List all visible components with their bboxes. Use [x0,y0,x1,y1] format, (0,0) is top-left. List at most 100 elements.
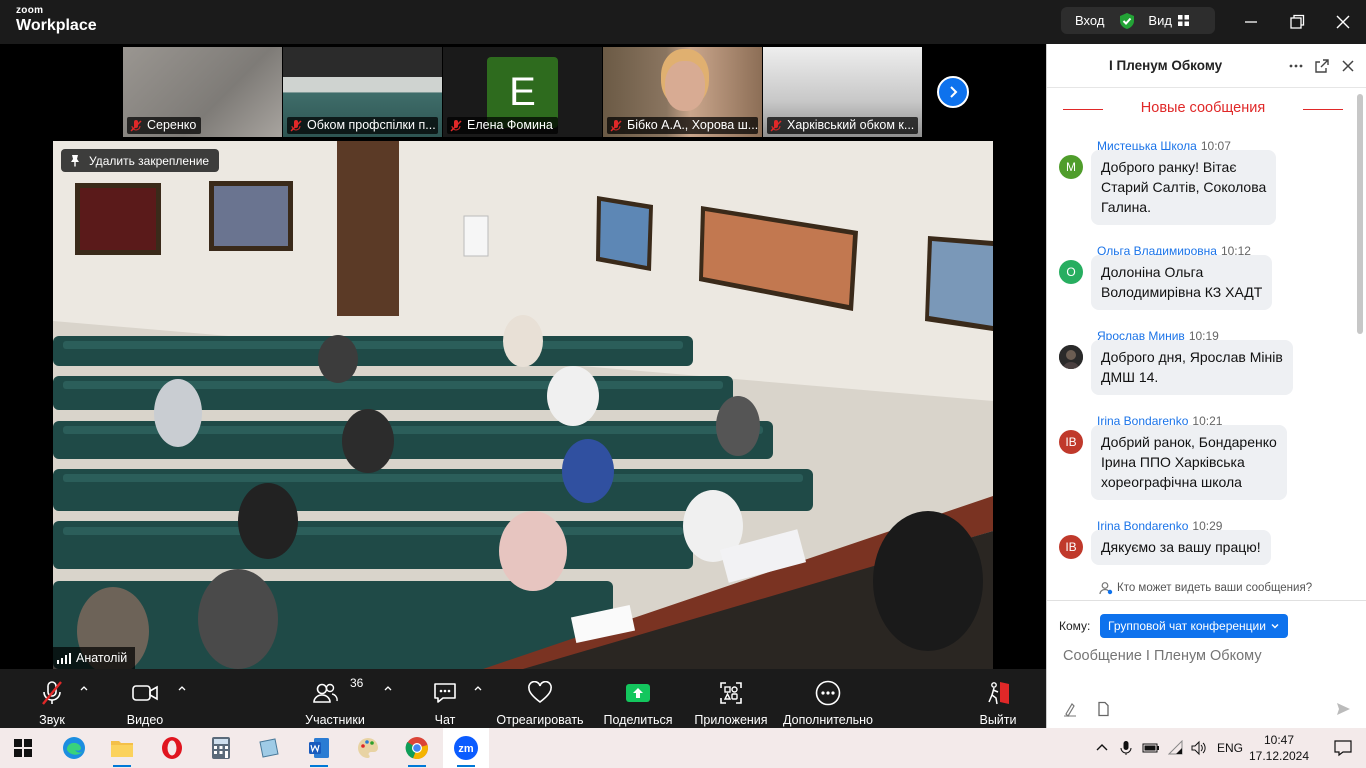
taskbar-file-explorer[interactable] [99,728,145,768]
enter-button[interactable]: Вход [1075,13,1104,28]
muted-mic-icon [770,119,782,132]
share-label: Поделиться [603,713,673,727]
avatar[interactable]: O [1059,260,1083,284]
message-line: Володимирівна КЗ ХАДТ [1101,284,1263,300]
restore-icon[interactable] [1287,12,1307,32]
participant-name: Бібко А.А., Хорова ш... [627,118,758,132]
participant-tile[interactable]: Серенко [123,47,282,137]
taskbar-clock[interactable]: 10:47 17.12.2024 [1248,732,1310,764]
taskbar-opera[interactable] [149,728,195,768]
who-can-see-link[interactable]: Кто может видеть ваши сообщения? [1099,581,1312,595]
unpin-button[interactable]: Удалить закрепление [61,149,220,172]
participant-tile[interactable]: Обком профспілки п... [283,47,442,137]
taskbar-zoom[interactable]: zm [443,728,489,768]
chat-scrollbar[interactable] [1357,94,1363,334]
participants-button[interactable]: 36 Участники [302,669,368,728]
audio-options-chevron-icon[interactable] [79,683,89,693]
taskbar-word[interactable] [296,728,342,768]
pin-icon [71,155,79,167]
video-label: Видео [126,713,164,727]
chat-label: Чат [434,713,456,727]
participant-strip: Серенко Обком профспілки п... E Елена Фо… [0,44,1046,141]
chat-more-icon[interactable] [1288,58,1304,74]
muted-mic-icon [290,119,302,132]
chevron-down-icon [1271,624,1279,629]
message-line: Галина. [1101,199,1151,215]
view-button[interactable]: Вид [1148,13,1172,28]
audio-button[interactable]: Звук [30,669,74,728]
chat-button[interactable]: Чат [428,669,462,728]
chat-message-input[interactable] [1063,645,1353,667]
security-shield-icon[interactable] [1118,12,1136,30]
video-button[interactable]: Видео [120,669,170,728]
share-screen-button[interactable]: Поделиться [602,669,674,728]
muted-mic-icon [130,119,142,132]
message-bubble[interactable]: Доброго дня, Ярослав Мінів ДМШ 14. [1091,340,1293,395]
participants-options-chevron-icon[interactable] [383,683,393,693]
muted-mic-icon [42,681,62,705]
participant-tile[interactable]: Харківський обком к... [763,47,922,137]
volume-icon[interactable] [1190,740,1208,756]
send-icon[interactable] [1335,701,1351,717]
tray-microphone-icon[interactable] [1118,740,1134,756]
participant-tile[interactable]: Бібко А.А., Хорова ш... [603,47,762,137]
avatar[interactable]: IB [1059,430,1083,454]
logo-small-text: zoom [16,5,44,16]
leave-button[interactable]: Выйти [976,669,1020,728]
calculator-icon [212,737,230,759]
recipient-dropdown[interactable]: Групповой чат конференции [1100,614,1288,638]
zoom-logo: zoom Workplace [16,6,97,34]
close-window-icon[interactable] [1333,12,1353,32]
main-video[interactable]: Удалить закрепление Анатолій [53,141,993,669]
folder-icon [111,741,133,757]
participant-face [665,61,705,111]
taskbar-paint[interactable] [345,728,391,768]
battery-icon[interactable] [1142,740,1160,756]
participants-icon [313,683,338,703]
muted-mic-icon [610,119,622,132]
notification-center-button[interactable] [1320,728,1366,768]
participant-tile[interactable]: E Елена Фомина [443,47,602,137]
title-bar: zoom Workplace Вход Вид [0,0,1366,44]
network-icon[interactable] [1168,740,1184,756]
view-grid-icon[interactable] [1177,15,1189,26]
start-button[interactable] [0,728,46,768]
react-button[interactable]: Отреагировать [496,669,584,728]
format-text-icon[interactable] [1062,701,1078,717]
notification-icon [1334,740,1352,757]
message-bubble[interactable]: Добрий ранок, Бондаренко Ірина ППО Харків… [1091,425,1287,500]
taskbar-notes[interactable] [246,728,292,768]
chat-options-chevron-icon[interactable] [473,683,483,693]
avatar[interactable]: M [1059,155,1083,179]
muted-mic-icon [450,119,462,132]
speaker-name-tag: Анатолій [53,647,136,669]
participant-name-tag: Харківський обком к... [767,117,918,134]
next-page-button[interactable] [937,76,969,108]
chevron-right-icon [950,86,958,98]
message-bubble[interactable]: Дякуємо за вашу працю! [1091,530,1271,565]
pop-out-icon[interactable] [1314,58,1330,74]
leave-label: Выйти [979,713,1017,727]
message-line: Дякуємо за вашу працю! [1101,539,1261,555]
taskbar-chrome[interactable] [394,728,440,768]
tray-chevron-up-icon[interactable] [1094,740,1110,756]
svg-text:zm: zm [458,743,474,755]
apps-label: Приложения [694,713,768,727]
avatar[interactable]: IB [1059,535,1083,559]
apps-button[interactable]: Приложения [692,669,770,728]
input-language[interactable]: ENG [1217,741,1243,755]
taskbar-edge[interactable] [51,728,97,768]
file-attach-icon[interactable] [1095,701,1111,717]
more-button[interactable]: Дополнительно [782,669,874,728]
react-label: Отреагировать [496,713,584,727]
notepad-icon [259,738,279,758]
participant-name-tag: Бібко А.А., Хорова ш... [607,117,758,134]
close-chat-icon[interactable] [1340,58,1356,74]
video-options-chevron-icon[interactable] [177,683,187,693]
taskbar-calculator[interactable] [198,728,244,768]
avatar[interactable] [1059,345,1083,369]
message-bubble[interactable]: Долоніна Ольга Володимирівна КЗ ХАДТ [1091,255,1273,310]
minimize-icon[interactable] [1241,12,1261,32]
message-bubble[interactable]: Доброго ранку! Вітає Старий Салтів, Сокол… [1091,150,1277,225]
clock-date: 17.12.2024 [1248,749,1310,763]
